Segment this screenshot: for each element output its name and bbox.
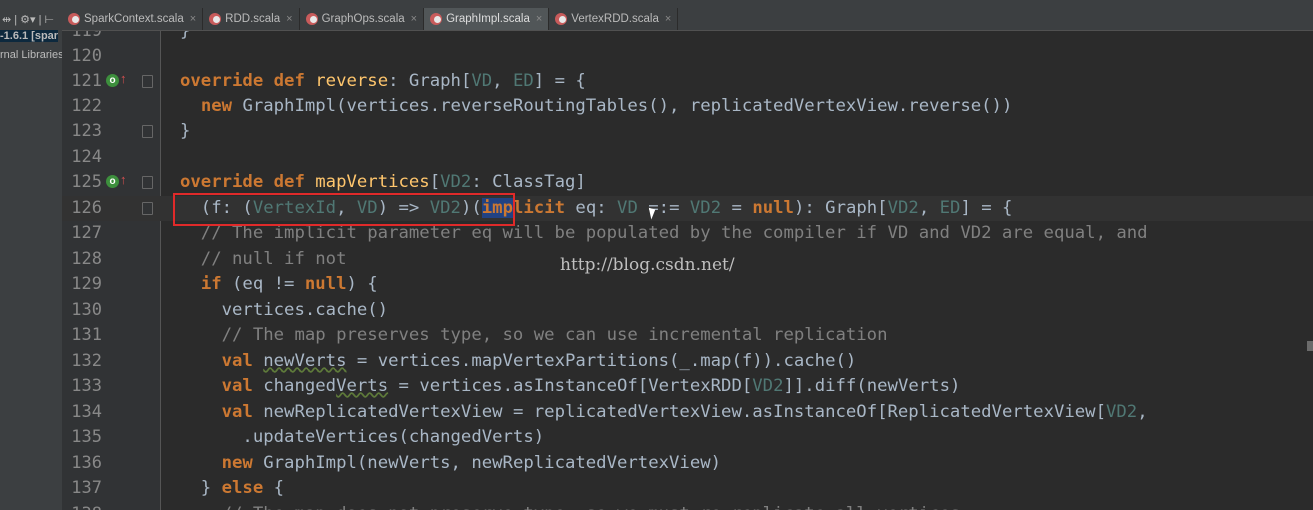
code-comment: // The map preserves type, so we can use…	[180, 325, 888, 345]
code-line[interactable]: 129 if (eq != null) {	[62, 272, 1313, 297]
line-number: 124	[71, 147, 102, 167]
code-text: }	[180, 121, 191, 141]
code-line[interactable]: 135 .updateVertices(changedVerts)	[62, 425, 1313, 450]
code-line[interactable]: 136 new GraphImpl(newVerts, newReplicate…	[62, 451, 1313, 476]
code-text: override def mapVertices[VD2: ClassTag]	[180, 172, 586, 192]
tab-rdd[interactable]: RDD.scala ×	[203, 8, 300, 30]
line-number: 122	[71, 96, 102, 116]
fold-marker-icon[interactable]	[142, 202, 153, 215]
tab-graphops[interactable]: GraphOps.scala ×	[300, 8, 425, 30]
override-marker-icon[interactable]: o	[106, 175, 119, 188]
line-number: 120	[71, 46, 102, 66]
tab-label: GraphImpl.scala	[446, 13, 530, 25]
annotation-highlight-box	[173, 193, 515, 226]
scala-file-icon	[68, 13, 80, 25]
tab-label: GraphOps.scala	[321, 13, 405, 25]
code-line[interactable]: 134 val newReplicatedVertexView = replic…	[62, 400, 1313, 425]
tab-vertexrdd[interactable]: VertexRDD.scala ×	[549, 8, 679, 30]
line-number: 135	[71, 427, 102, 447]
tab-label: RDD.scala	[225, 13, 281, 25]
line-number: 126	[71, 198, 102, 218]
editor-tab-bar: SparkContext.scala × RDD.scala × GraphOp…	[62, 8, 1313, 31]
watermark-text: http://blog.csdn.net/	[560, 255, 735, 275]
code-text: override def reverse: Graph[VD, ED] = {	[180, 71, 586, 91]
tab-label: SparkContext.scala	[84, 13, 184, 25]
line-number: 132	[71, 351, 102, 371]
tree-item-external-libraries-label: rnal Libraries	[0, 49, 63, 61]
code-comment: // The map does not preserve type, so we…	[180, 502, 961, 510]
tab-graphimpl[interactable]: GraphImpl.scala ×	[424, 8, 550, 30]
fold-marker-icon[interactable]	[142, 176, 153, 189]
code-text: val newVerts = vertices.mapVertexPartiti…	[221, 351, 857, 371]
code-line[interactable]: 131 // The map preserves type, so we can…	[62, 323, 1313, 348]
code-line[interactable]: 124	[62, 145, 1313, 170]
code-line[interactable]: 130 vertices.cache()	[62, 298, 1313, 323]
code-text: }	[180, 31, 191, 41]
code-line[interactable]: 137 } else {	[62, 476, 1313, 501]
project-panel: ⇹ | ⚙▾ | ⊢ -1.6.1 [spar rnal Libraries	[0, 8, 63, 510]
code-comment: // null if not	[180, 249, 347, 269]
scala-file-icon	[430, 13, 443, 25]
tab-sparkcontext[interactable]: SparkContext.scala ×	[62, 8, 204, 30]
project-panel-toolbar[interactable]: ⇹ | ⚙▾ | ⊢	[0, 10, 62, 28]
tree-item-module[interactable]: -1.6.1 [spar	[0, 30, 59, 42]
line-number: 128	[71, 249, 102, 269]
scala-file-icon	[305, 13, 318, 25]
line-number: 121	[71, 71, 102, 91]
code-line[interactable]: 121 o ↑ override def reverse: Graph[VD, …	[62, 69, 1313, 94]
code-line[interactable]: 138 // The map does not preserve type, s…	[62, 502, 1313, 510]
line-number: 131	[71, 325, 102, 345]
close-icon[interactable]: ×	[411, 13, 417, 25]
line-number: 125	[71, 172, 102, 192]
scala-file-icon	[555, 13, 568, 25]
close-icon[interactable]: ×	[286, 13, 292, 25]
line-number: 119	[71, 31, 102, 41]
code-line[interactable]: 119 }	[62, 31, 1313, 44]
line-number: 138	[66, 502, 102, 510]
code-text: } else {	[180, 478, 285, 498]
code-text: if (eq != null) {	[200, 274, 378, 294]
line-number: 123	[71, 121, 102, 141]
code-line[interactable]: 133 val changedVerts = vertices.asInstan…	[62, 374, 1313, 399]
code-line[interactable]: 125 o ↑ override def mapVertices[VD2: Cl…	[62, 170, 1313, 195]
up-arrow-icon: ↑	[120, 71, 127, 86]
override-marker-icon[interactable]: o	[106, 74, 119, 87]
line-number: 129	[71, 274, 102, 294]
close-icon[interactable]: ×	[665, 13, 671, 25]
tree-item-external-libraries[interactable]: rnal Libraries	[0, 49, 63, 61]
code-text: new GraphImpl(newVerts, newReplicatedVer…	[221, 453, 722, 473]
line-number: 133	[71, 376, 102, 396]
code-line[interactable]: 120	[62, 44, 1313, 69]
code-text: vertices.cache()	[180, 300, 389, 320]
close-icon[interactable]: ×	[190, 13, 196, 25]
fold-marker-icon[interactable]	[142, 125, 153, 138]
line-number: 130	[71, 300, 102, 320]
code-line[interactable]: 123 }	[62, 119, 1313, 144]
scala-file-icon	[209, 13, 222, 25]
code-line[interactable]: 132 val newVerts = vertices.mapVertexPar…	[62, 349, 1313, 374]
close-icon[interactable]: ×	[536, 13, 542, 25]
line-number: 137	[71, 478, 102, 498]
tab-label: VertexRDD.scala	[571, 13, 659, 25]
up-arrow-icon: ↑	[120, 172, 127, 187]
line-number: 127	[71, 223, 102, 243]
code-line[interactable]: 122 new GraphImpl(vertices.reverseRoutin…	[62, 94, 1313, 119]
scrollbar-marker[interactable]	[1307, 341, 1313, 351]
tree-item-module-label: -1.6.1 [spar	[0, 30, 59, 42]
code-text: val changedVerts = vertices.asInstanceOf…	[221, 376, 961, 396]
code-text: val newReplicatedVertexView = replicated…	[221, 402, 1148, 422]
code-text: .updateVertices(changedVerts)	[180, 427, 545, 447]
fold-marker-icon[interactable]	[142, 75, 153, 88]
code-text: new GraphImpl(vertices.reverseRoutingTab…	[200, 96, 1013, 116]
line-number: 136	[71, 453, 102, 473]
line-number: 134	[71, 402, 102, 422]
